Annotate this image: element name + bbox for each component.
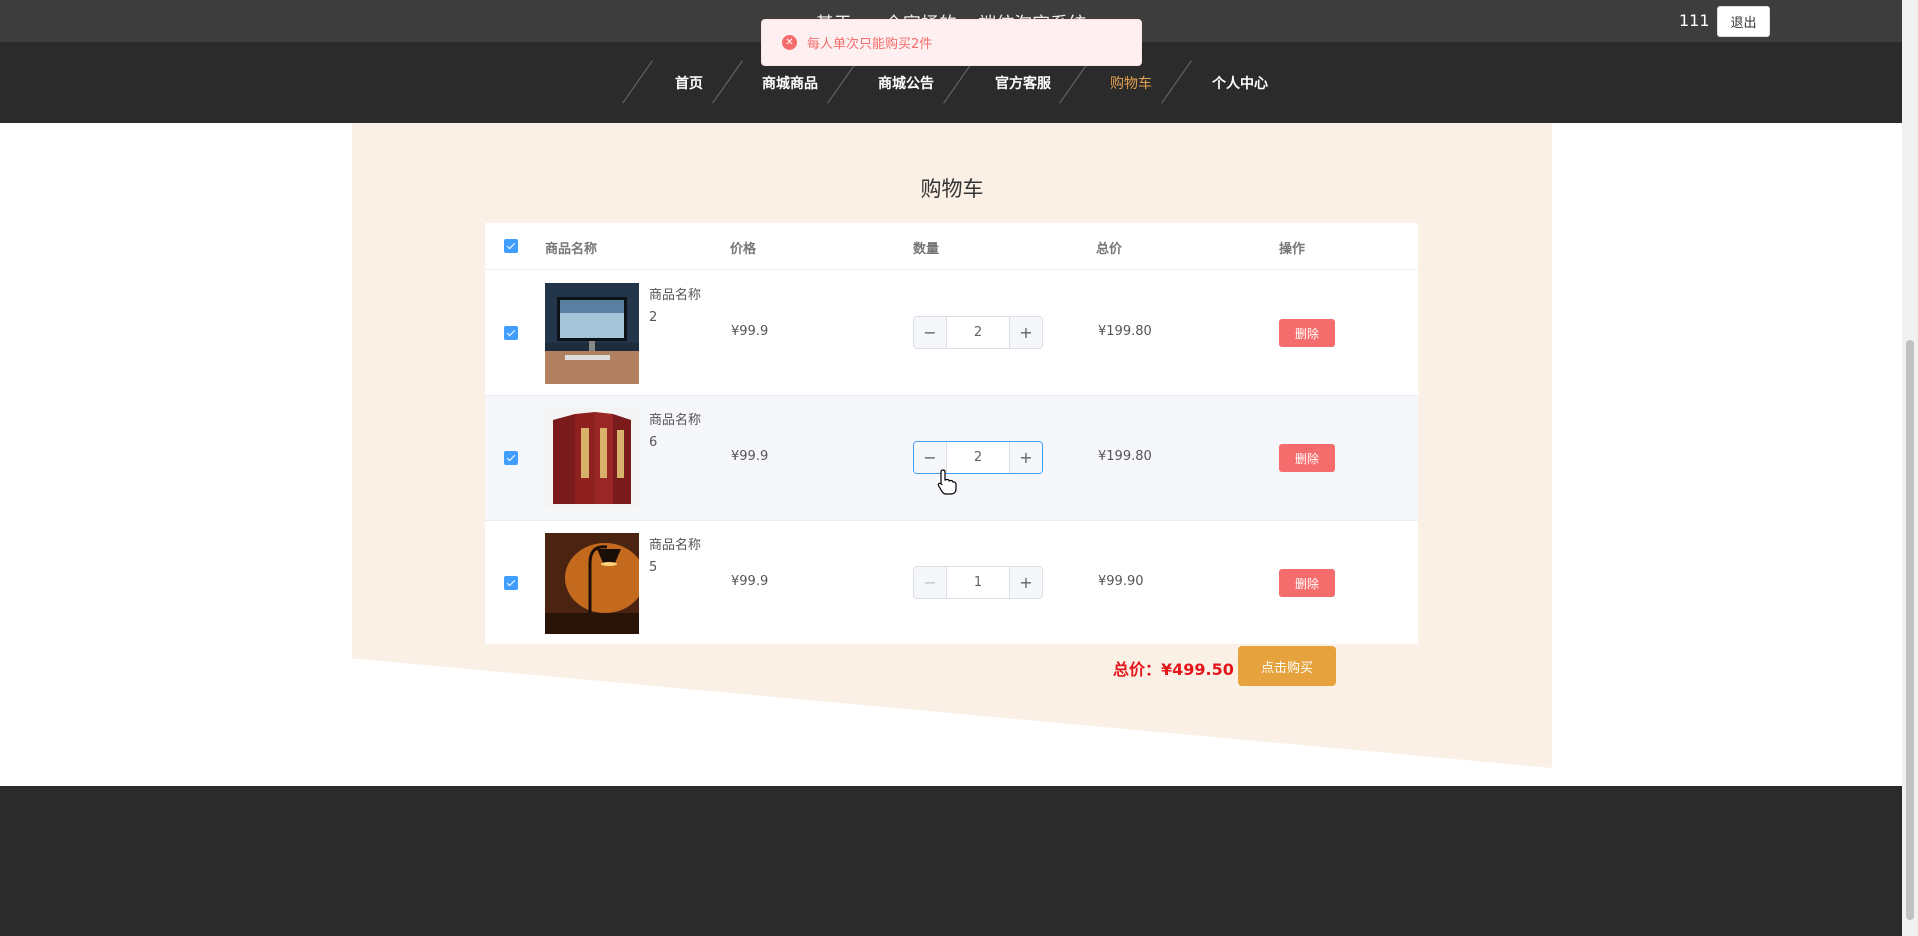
toast-message: 每人单次只能购买2件 xyxy=(807,37,933,52)
nav-divider xyxy=(1059,60,1090,104)
nav-item-home[interactable]: 首页 xyxy=(675,73,703,93)
increase-quantity-button[interactable]: + xyxy=(1009,442,1042,473)
row-subtotal: ¥199.80 xyxy=(1098,324,1152,339)
quantity-input[interactable]: 2 xyxy=(947,317,1009,348)
table-row: 商品名称2 ¥99.9 − 2 + ¥199.80 删除 xyxy=(485,271,1418,396)
table-row: 商品名称6 ¥99.9 − 2 + ¥199.80 删除 xyxy=(485,396,1418,521)
nav-item-customer-service[interactable]: 官方客服 xyxy=(995,73,1051,93)
page-footer xyxy=(0,786,1902,936)
nav-divider xyxy=(943,60,974,104)
hand-cursor-icon xyxy=(937,469,957,495)
page-title: 购物车 xyxy=(920,177,984,201)
product-name: 商品名称6 xyxy=(649,413,702,450)
buy-button[interactable]: 点击购买 xyxy=(1238,646,1336,686)
quantity-input[interactable]: 1 xyxy=(947,567,1009,598)
quantity-stepper: − 1 + xyxy=(913,566,1043,599)
unit-price: ¥99.9 xyxy=(731,574,769,589)
increase-quantity-button[interactable]: + xyxy=(1009,317,1042,348)
table-row: 商品名称5 ¥99.9 − 1 + ¥99.90 删除 xyxy=(485,521,1418,646)
column-header-subtotal: 总价 xyxy=(1096,242,1123,257)
vertical-scrollbar[interactable] xyxy=(1902,0,1918,936)
delete-button[interactable]: 删除 xyxy=(1279,444,1335,472)
nav-item-cart[interactable]: 购物车 xyxy=(1110,73,1152,93)
error-toast: ✕ 每人单次只能购买2件 xyxy=(761,19,1142,66)
cart-total: 总价：¥499.50 xyxy=(1113,660,1234,679)
error-circle-icon: ✕ xyxy=(782,35,797,50)
column-header-quantity: 数量 xyxy=(913,242,940,257)
column-header-name: 商品名称 xyxy=(545,242,598,257)
nav-item-announcements[interactable]: 商城公告 xyxy=(878,73,934,93)
username-label: 111 xyxy=(1679,11,1710,30)
quantity-stepper: − 2 + xyxy=(913,441,1043,474)
column-header-price: 价格 xyxy=(730,242,757,257)
nav-divider xyxy=(1161,60,1192,104)
product-name: 商品名称2 xyxy=(649,288,702,325)
table-header: 商品名称 价格 数量 总价 操作 xyxy=(485,223,1418,270)
unit-price: ¥99.9 xyxy=(731,449,769,464)
delete-button[interactable]: 删除 xyxy=(1279,569,1335,597)
product-image[interactable] xyxy=(545,283,639,384)
delete-button[interactable]: 删除 xyxy=(1279,319,1335,347)
row-checkbox[interactable] xyxy=(504,451,518,465)
product-image[interactable] xyxy=(545,408,639,509)
row-checkbox[interactable] xyxy=(504,576,518,590)
scrollbar-thumb[interactable] xyxy=(1906,340,1914,920)
row-subtotal: ¥99.90 xyxy=(1098,574,1144,589)
column-header-actions: 操作 xyxy=(1279,242,1306,257)
logout-button[interactable]: 退出 xyxy=(1717,6,1770,37)
decrease-quantity-button[interactable]: − xyxy=(914,567,947,598)
select-all-checkbox[interactable] xyxy=(504,239,518,253)
decrease-quantity-button[interactable]: − xyxy=(914,317,947,348)
unit-price: ¥99.9 xyxy=(731,324,769,339)
nav-item-profile[interactable]: 个人中心 xyxy=(1212,73,1268,93)
cart-table: 商品名称 价格 数量 总价 操作 商品名称2 ¥99.9 − 2 + ¥199.… xyxy=(485,223,1418,644)
increase-quantity-button[interactable]: + xyxy=(1009,567,1042,598)
nav-item-products[interactable]: 商城商品 xyxy=(762,73,818,93)
product-name: 商品名称5 xyxy=(649,538,702,575)
product-image[interactable] xyxy=(545,533,639,634)
quantity-stepper: − 2 + xyxy=(913,316,1043,349)
row-subtotal: ¥199.80 xyxy=(1098,449,1152,464)
nav-divider xyxy=(622,60,653,104)
row-checkbox[interactable] xyxy=(504,326,518,340)
nav-divider xyxy=(712,60,743,104)
nav-divider xyxy=(827,60,858,104)
